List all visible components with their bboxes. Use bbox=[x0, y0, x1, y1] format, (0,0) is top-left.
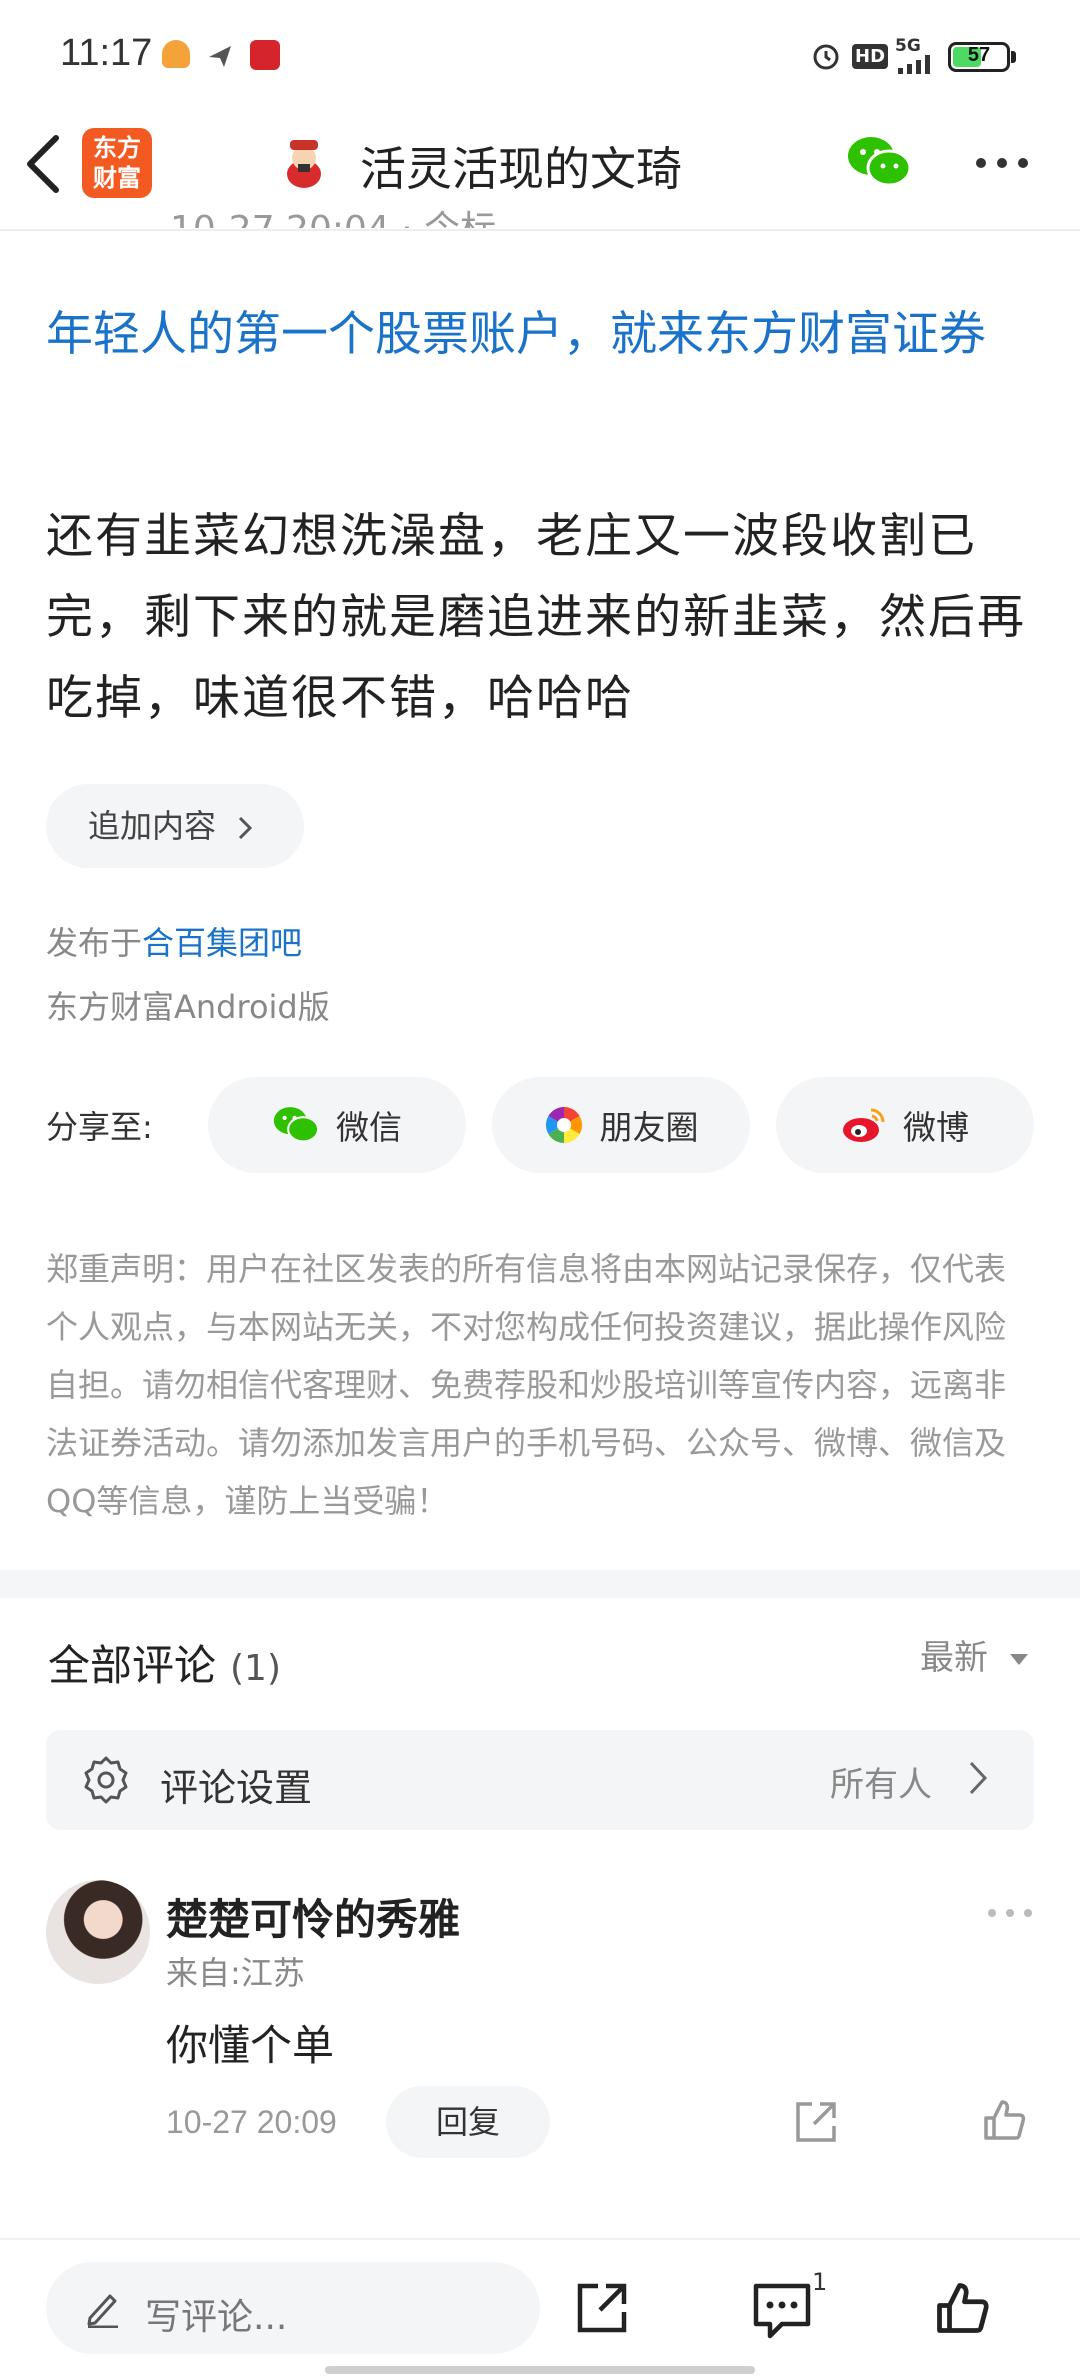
moments-icon bbox=[545, 1107, 582, 1143]
home-indicator bbox=[325, 2366, 755, 2374]
header-divider bbox=[0, 229, 1080, 231]
share-wechat-button[interactable]: 微信 bbox=[208, 1077, 466, 1173]
wechat-icon bbox=[273, 1107, 320, 1143]
red-app-notification-icon bbox=[250, 40, 280, 70]
app-logo[interactable]: 东方 财富 bbox=[82, 128, 152, 198]
more-icon[interactable] bbox=[974, 156, 1030, 170]
logo-line-2: 财富 bbox=[93, 164, 141, 192]
share-weibo-label: 微博 bbox=[903, 1108, 969, 1147]
like-icon[interactable] bbox=[932, 2278, 992, 2338]
avatar[interactable] bbox=[46, 1880, 150, 1984]
comment-text: 你懂个单 bbox=[166, 2021, 335, 2070]
caret-down-icon bbox=[1009, 1653, 1028, 1665]
share-icon[interactable] bbox=[574, 2280, 630, 2336]
bottom-divider bbox=[0, 2238, 1080, 2240]
append-content-button[interactable]: 追加内容 bbox=[46, 784, 304, 868]
battery-tip bbox=[1011, 51, 1016, 63]
app-notification-icon bbox=[162, 40, 190, 68]
comment-count-badge: 1 bbox=[812, 2268, 828, 2296]
comment-more-icon[interactable] bbox=[986, 1906, 1034, 1920]
wechat-icon[interactable] bbox=[846, 134, 912, 190]
share-moments-button[interactable]: 朋友圈 bbox=[492, 1077, 750, 1173]
post-body: 还有韭菜幻想洗澡盘，老庄又一波段收割已完，剩下来的就是磨追进来的新韭菜，然后再吃… bbox=[46, 509, 1026, 726]
sort-dropdown[interactable]: 最新 bbox=[920, 1630, 1029, 1679]
published-forum-link[interactable]: 合百集团吧 bbox=[142, 924, 302, 962]
signal-icon bbox=[898, 55, 930, 74]
section-divider bbox=[0, 1570, 1080, 1598]
weibo-icon bbox=[843, 1108, 885, 1142]
comments-heading: 全部评论 (1) bbox=[48, 1632, 281, 1693]
send-notification-icon bbox=[209, 46, 231, 67]
comments-title: 全部评论 bbox=[48, 1641, 217, 1690]
commenter-name[interactable]: 楚楚可怜的秀雅 bbox=[166, 1886, 460, 1947]
client-label: 东方财富Android版 bbox=[46, 988, 330, 1026]
share-label: 分享至: bbox=[46, 1108, 153, 1146]
disclaimer-text: 郑重声明：用户在社区发表的所有信息将由本网站记录保存，仅代表个人观点，与本网站无… bbox=[46, 1250, 1007, 1520]
cut-off-meta: 10-27 20:04 · 今标 bbox=[170, 200, 496, 228]
comment-settings-value: 所有人 bbox=[830, 1765, 932, 1805]
share-moments-label: 朋友圈 bbox=[599, 1108, 699, 1147]
append-label: 追加内容 bbox=[88, 807, 217, 845]
comment-settings-label: 评论设置 bbox=[160, 1766, 313, 1810]
page-title: 活灵活现的文琦 bbox=[360, 142, 682, 196]
hd-icon: HD bbox=[852, 44, 889, 69]
battery-icon: 57 bbox=[948, 42, 1010, 72]
back-arrow-icon[interactable] bbox=[22, 134, 66, 194]
write-comment-placeholder: 写评论... bbox=[145, 2297, 288, 2338]
gear-icon bbox=[84, 1756, 128, 1804]
chevron-right-icon bbox=[969, 1761, 988, 1795]
share-weibo-button[interactable]: 微博 bbox=[776, 1077, 1034, 1173]
sort-label: 最新 bbox=[920, 1638, 988, 1678]
published-in: 发布于合百集团吧 bbox=[46, 918, 302, 964]
comment-icon[interactable] bbox=[752, 2282, 812, 2340]
share-icon[interactable] bbox=[792, 2098, 840, 2146]
share-wechat-label: 微信 bbox=[336, 1108, 402, 1147]
reply-button[interactable]: 回复 bbox=[386, 2086, 550, 2158]
like-icon[interactable] bbox=[980, 2096, 1028, 2144]
published-prefix: 发布于 bbox=[46, 924, 143, 962]
mascot-icon bbox=[287, 140, 321, 188]
commenter-location: 来自:江苏 bbox=[166, 1954, 305, 1992]
comment-time: 10-27 20:09 bbox=[166, 2104, 337, 2140]
alarm-icon bbox=[813, 44, 839, 70]
comments-count: (1) bbox=[230, 1648, 282, 1689]
chevron-right-icon bbox=[239, 816, 253, 840]
logo-line-1: 东方 bbox=[93, 134, 141, 162]
pencil-icon bbox=[87, 2294, 118, 2328]
battery-percent: 57 bbox=[967, 44, 991, 66]
post-ad-title[interactable]: 年轻人的第一个股票账户，就来东方财富证券 bbox=[46, 295, 1036, 374]
status-time: 11:17 bbox=[60, 32, 153, 74]
